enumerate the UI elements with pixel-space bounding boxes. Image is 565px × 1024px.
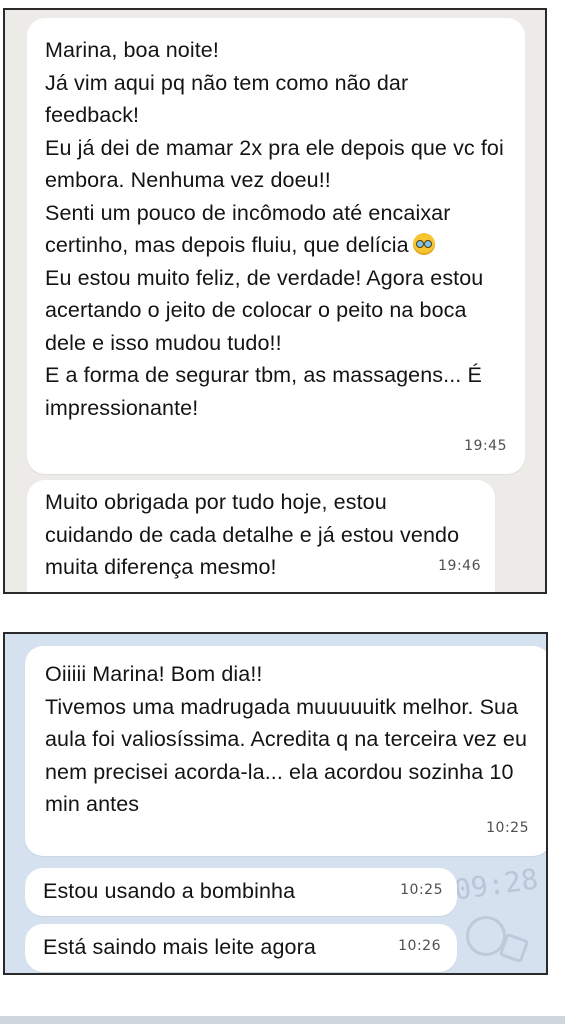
message-time: 10:25 — [400, 881, 443, 898]
message-bubble[interactable]: Oiiiii Marina! Bom dia!! Tivemos uma mad… — [25, 646, 546, 856]
wallpaper-clock-text: 09:28 — [452, 862, 541, 907]
message-text-part-2: Eu estou muito feliz, de verdade! Agora … — [45, 265, 484, 420]
bottom-divider — [0, 1016, 565, 1024]
message-text: Muito obrigada por tudo hoje, estou cuid… — [45, 490, 460, 579]
message-text: Está saindo mais leite agora — [43, 935, 316, 959]
message-text: Marina, boa noite! Já vim aqui pq não te… — [45, 34, 507, 424]
message-time: 10:26 — [398, 937, 441, 954]
message-time: 19:46 — [438, 557, 481, 574]
message-bubble[interactable]: Marina, boa noite! Já vim aqui pq não te… — [27, 18, 525, 474]
wallpaper-doodle: 09:28 — [448, 862, 540, 973]
message-text: Oiiiii Marina! Bom dia!! Tivemos uma mad… — [45, 662, 528, 816]
message-bubble[interactable]: Muito obrigada por tudo hoje, estou cuid… — [27, 480, 495, 592]
pleading-face-emoji — [412, 233, 435, 255]
message-time: 10:25 — [486, 819, 529, 836]
message-text: Estou usando a bombinha — [43, 879, 296, 903]
message-time: 19:45 — [464, 437, 507, 454]
message-bubble[interactable]: Estou usando a bombinha 10:25 — [25, 868, 457, 916]
chat-screenshot-1: Marina, boa noite! Já vim aqui pq não te… — [3, 8, 547, 594]
message-text-part-1: Marina, boa noite! Já vim aqui pq não te… — [45, 38, 504, 257]
chat-screenshot-2: 09:28 Oiiiii Marina! Bom dia!! Tivemos u… — [3, 632, 548, 975]
message-bubble[interactable]: Está saindo mais leite agora 10:26 — [25, 924, 457, 972]
